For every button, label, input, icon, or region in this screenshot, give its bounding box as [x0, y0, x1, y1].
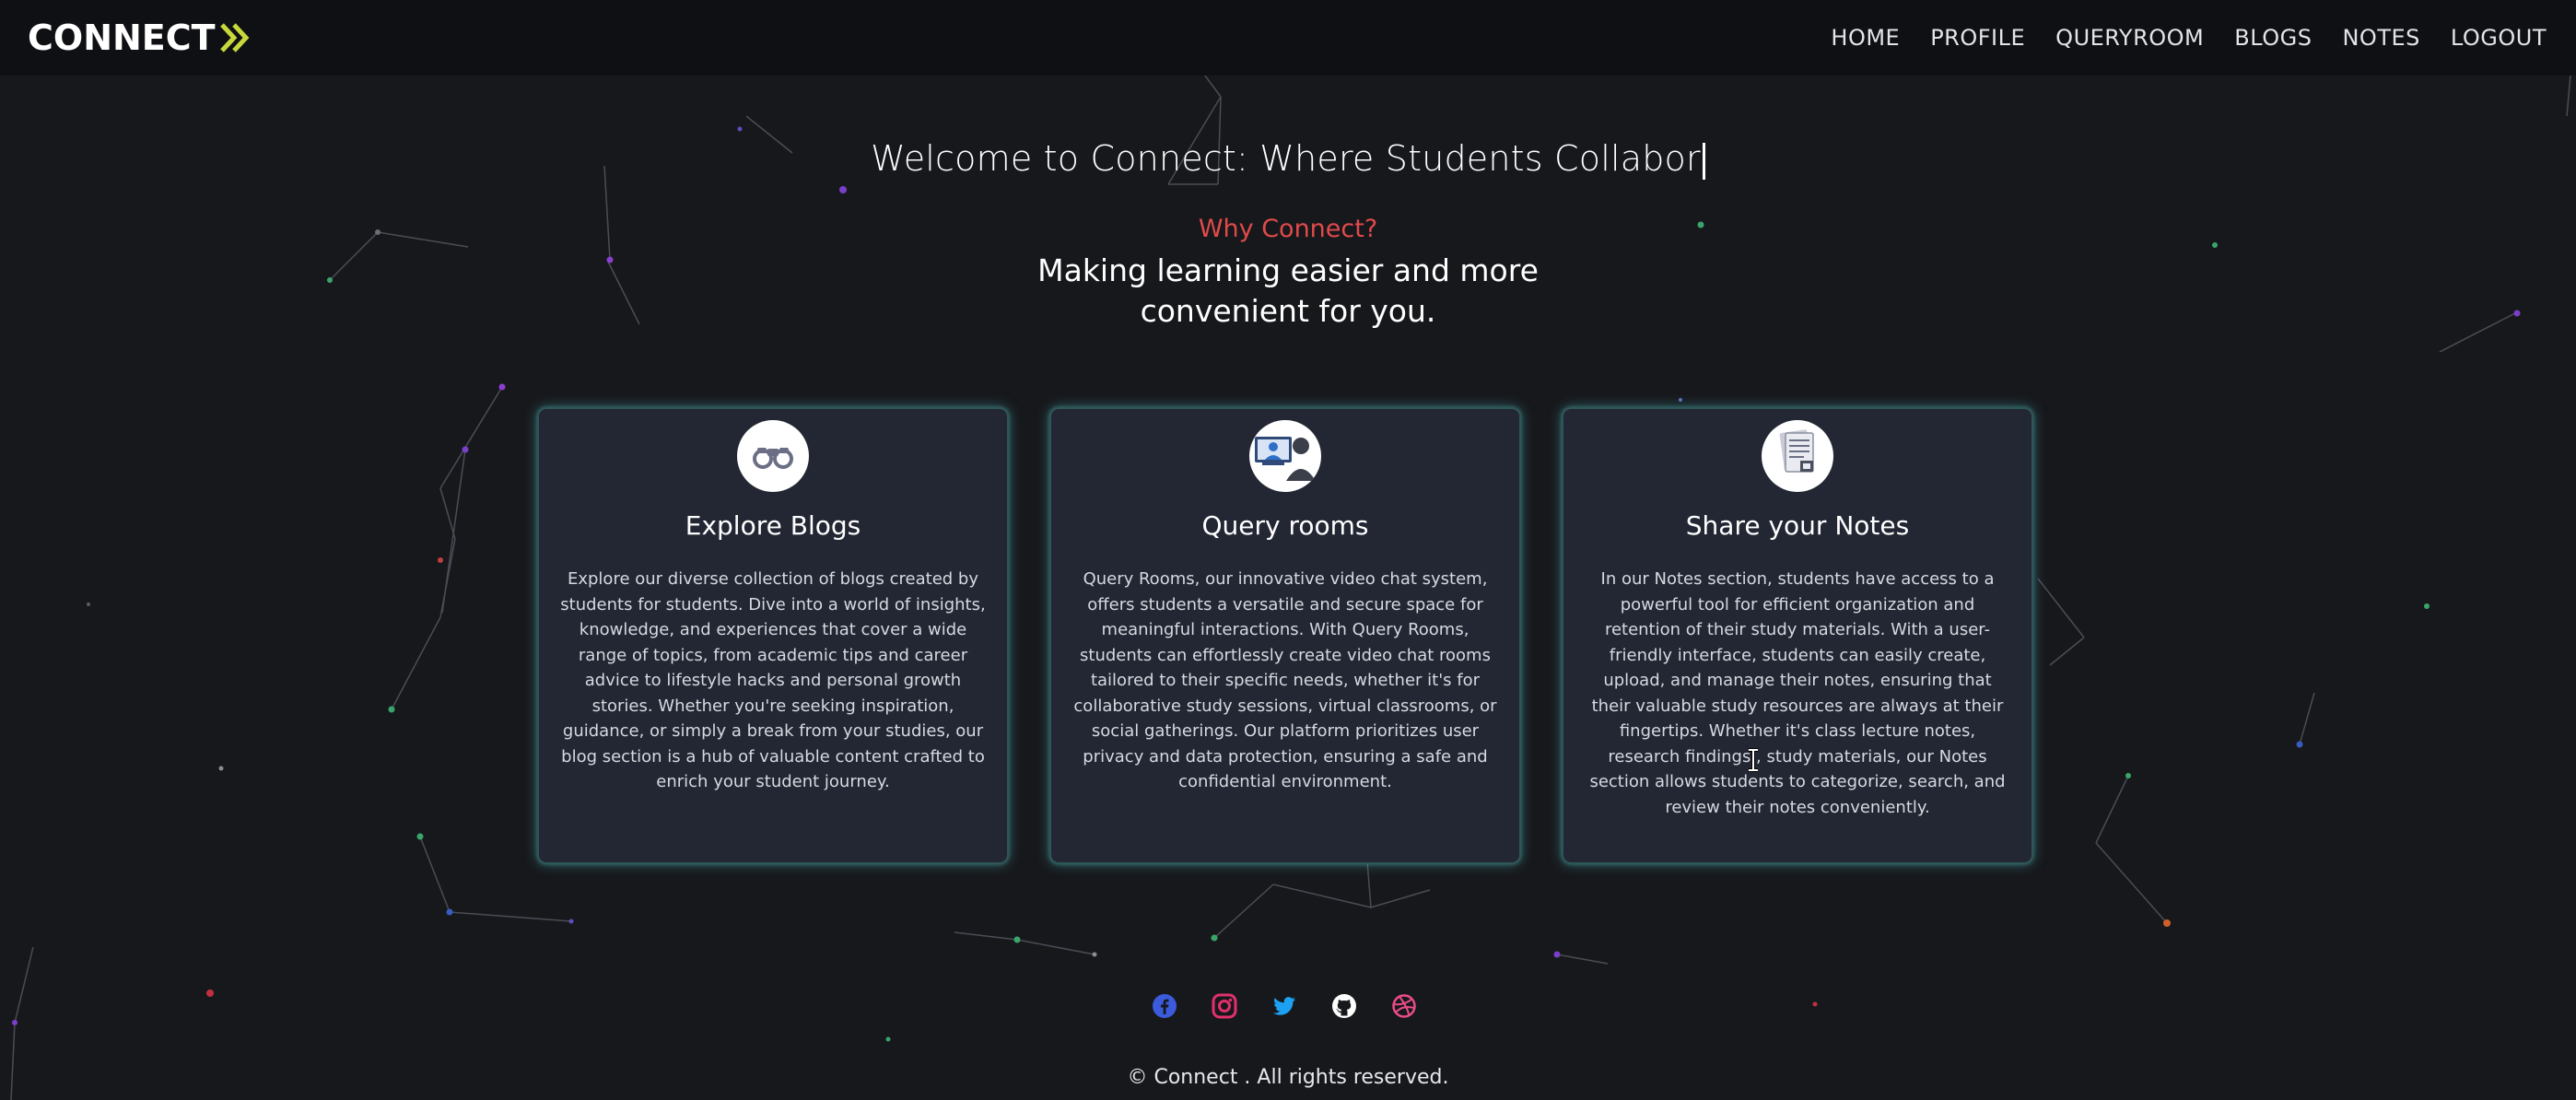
facebook-icon[interactable] — [1152, 993, 1177, 1019]
card-description: Query Rooms, our innovative video chat s… — [1073, 569, 1497, 791]
video-chat-icon — [1249, 420, 1321, 492]
twitter-icon[interactable] — [1271, 993, 1297, 1019]
nav-link-home[interactable]: HOME — [1831, 25, 1900, 51]
feature-card-blogs[interactable]: Explore Blogs Explore our diverse collec… — [537, 407, 1009, 864]
nav-link-notes[interactable]: NOTES — [2342, 25, 2419, 51]
chevrons-right-icon — [219, 23, 249, 53]
card-title: Share your Notes — [1685, 510, 1910, 541]
feature-card-notes[interactable]: Share your Notes In our Notes section, s… — [1562, 407, 2033, 864]
nav-link-queryroom[interactable]: QUERYROOM — [2055, 25, 2204, 51]
hero-title: Welcome to Connect: Where Students Colla… — [0, 138, 2576, 180]
nav-link-profile[interactable]: PROFILE — [1930, 25, 2025, 51]
nav-link-blogs[interactable]: BLOGS — [2234, 25, 2312, 51]
hero-title-text: Welcome to Connect: Where Students Colla… — [871, 138, 1701, 179]
nav-link-logout[interactable]: LOGOUT — [2451, 25, 2547, 51]
dribbble-icon[interactable] — [1391, 993, 1417, 1019]
github-icon[interactable] — [1331, 993, 1357, 1019]
nav-menu: HOME PROFILE QUERYROOM BLOGS NOTES LOGOU… — [1831, 25, 2547, 51]
why-connect-label: Why Connect? — [1198, 214, 1378, 243]
binoculars-icon — [737, 420, 809, 492]
notes-document-icon — [1762, 420, 1833, 492]
typing-cursor — [1702, 142, 1705, 180]
social-links — [1152, 993, 1417, 1019]
footer-copyright: © Connect . All rights reserved. — [1127, 1066, 1449, 1089]
instagram-icon[interactable] — [1212, 993, 1237, 1019]
brand-logo[interactable]: CONNECT — [28, 18, 254, 58]
hero-section: Welcome to Connect: Where Students Colla… — [0, 138, 2576, 332]
top-navbar: CONNECT HOME PROFILE QUERYROOM BLOGS NOT… — [0, 0, 2576, 76]
card-description: Explore our diverse collection of blogs … — [560, 569, 986, 791]
text-cursor-icon — [1749, 748, 1758, 772]
feature-card-queryrooms[interactable]: Query rooms Query Rooms, our innovative … — [1049, 407, 1521, 864]
card-title: Query rooms — [1201, 510, 1369, 541]
feature-cards: Explore Blogs Explore our diverse collec… — [537, 407, 2035, 864]
card-title: Explore Blogs — [685, 510, 861, 541]
brand-name: CONNECT — [28, 18, 216, 58]
hero-tagline: Making learning easier and more convenie… — [1037, 252, 1539, 329]
card-description: In our Notes section, students have acce… — [1589, 569, 2006, 817]
